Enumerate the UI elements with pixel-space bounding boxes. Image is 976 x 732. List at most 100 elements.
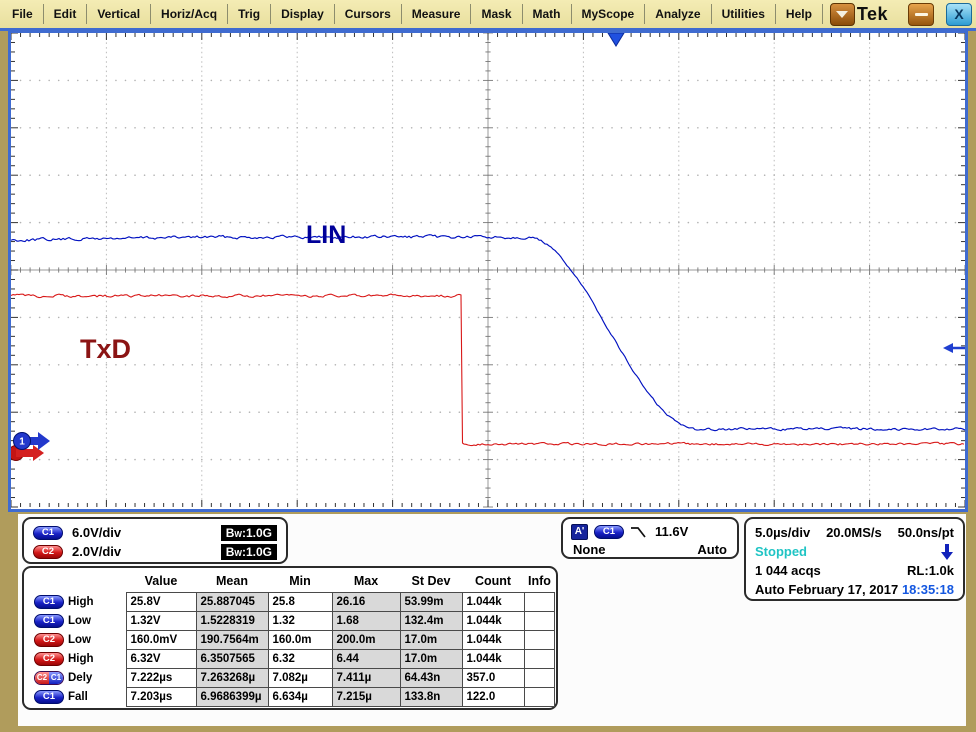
menu-item-mask[interactable]: Mask xyxy=(471,4,522,24)
measurement-min: 160.0m xyxy=(268,630,332,649)
measurement-max: 7.411µ xyxy=(332,668,400,687)
measurement-max: 26.16 xyxy=(332,592,400,611)
trigger-source-badge: C1 xyxy=(594,525,624,539)
column-header-st-dev: St Dev xyxy=(400,571,462,592)
timebase-scale: 5.0µs/div xyxy=(755,525,810,540)
channel-1-scale: 6.0V/div xyxy=(72,525,121,540)
measurement-mean: 190.7564m xyxy=(196,630,268,649)
measurement-source-badge: C2C1 xyxy=(30,668,64,687)
time-label: 18:35:18 xyxy=(902,582,954,597)
measurement-info xyxy=(524,649,554,668)
measurement-value: 160.0mV xyxy=(126,630,196,649)
minimize-button[interactable] xyxy=(908,3,934,26)
measurement-count: 1.044k xyxy=(462,649,524,668)
measurements-panel: ValueMeanMinMaxSt DevCountInfo C1High25.… xyxy=(22,566,558,710)
measurement-min: 25.8 xyxy=(268,592,332,611)
acq-status-row: Stopped xyxy=(755,542,954,561)
measurement-source-badge: C1 xyxy=(30,611,64,630)
menu-item-cursors[interactable]: Cursors xyxy=(335,4,402,24)
measurement-count: 1.044k xyxy=(462,611,524,630)
measurement-info xyxy=(524,668,554,687)
close-icon: X xyxy=(954,7,963,21)
channel-2-row[interactable]: C2 2.0V/div BW:1.0G xyxy=(33,542,277,561)
vertical-settings-panel: C1 6.0V/div BW:1.0G C2 2.0V/div BW:1.0G xyxy=(22,517,288,564)
sample-resolution: 50.0ns/pt xyxy=(898,525,954,540)
falling-edge-icon xyxy=(630,524,649,539)
channel-2-scale: 2.0V/div xyxy=(72,544,121,559)
record-length: RL:1.0k xyxy=(907,563,954,578)
acq-count-row: 1 044 acqs RL:1.0k xyxy=(755,561,954,580)
measurement-max: 200.0m xyxy=(332,630,400,649)
trace-label-txd: TxD xyxy=(80,334,131,364)
datetime-row: Auto February 17, 2017 18:35:18 xyxy=(755,580,954,599)
trigger-panel: A' C1 11.6V None Auto xyxy=(561,517,739,559)
measurement-count: 122.0 xyxy=(462,687,524,706)
menu-item-edit[interactable]: Edit xyxy=(44,4,88,24)
trigger-a-badge: A' xyxy=(571,524,588,540)
measurement-min: 7.082µ xyxy=(268,668,332,687)
measurement-mean: 6.9686399µ xyxy=(196,687,268,706)
menu-item-vertical[interactable]: Vertical xyxy=(87,4,151,24)
menu-item-horiz-acq[interactable]: Horiz/Acq xyxy=(151,4,228,24)
timebase-row: 5.0µs/div 20.0MS/s 50.0ns/pt xyxy=(755,523,954,542)
channel-2-bandwidth: BW:1.0G xyxy=(221,544,277,560)
measurement-source-badge: C2 xyxy=(30,649,64,668)
close-button[interactable]: X xyxy=(946,3,972,26)
measurements-table: ValueMeanMinMaxSt DevCountInfo C1High25.… xyxy=(30,571,555,707)
menu-item-help[interactable]: Help xyxy=(776,4,823,24)
trigger-mode-row: None Auto xyxy=(571,541,729,558)
waveform-display: LINTxD1 xyxy=(8,30,968,512)
measurement-row-high: C2High6.32V6.35075656.326.4417.0m1.044k xyxy=(30,649,554,668)
measurement-value: 1.32V xyxy=(126,611,196,630)
measurement-min: 6.32 xyxy=(268,649,332,668)
measurement-source-badge: C1 xyxy=(30,592,64,611)
measurement-name: Low xyxy=(64,630,126,649)
measurement-st-dev: 133.8n xyxy=(400,687,462,706)
measurement-value: 25.8V xyxy=(126,592,196,611)
menu-item-analyze[interactable]: Analyze xyxy=(645,4,711,24)
down-arrow-icon xyxy=(940,542,954,561)
column-header-count: Count xyxy=(462,571,524,592)
column-header-max: Max xyxy=(332,571,400,592)
channel-1-row[interactable]: C1 6.0V/div BW:1.0G xyxy=(33,523,277,542)
menu-dropdown-button[interactable] xyxy=(830,3,855,26)
measurement-name: High xyxy=(64,649,126,668)
menu-item-math[interactable]: Math xyxy=(523,4,572,24)
dropdown-arrow-icon xyxy=(836,11,848,18)
measurement-value: 6.32V xyxy=(126,649,196,668)
date-label: February 17, 2017 xyxy=(788,582,898,597)
trace-label-lin: LIN xyxy=(306,221,346,249)
measurement-source-badge: C2 xyxy=(30,630,64,649)
menu-item-display[interactable]: Display xyxy=(271,4,335,24)
measurement-source-badge: C1 xyxy=(30,687,64,706)
measurement-st-dev: 132.4m xyxy=(400,611,462,630)
measurement-info xyxy=(524,611,554,630)
measurement-mean: 25.887045 xyxy=(196,592,268,611)
measurement-st-dev: 53.99m xyxy=(400,592,462,611)
trigger-level: 11.6V xyxy=(655,524,688,539)
menu-item-file[interactable]: File xyxy=(2,4,44,24)
measurement-info xyxy=(524,687,554,706)
menu-item-myscope[interactable]: MyScope xyxy=(572,4,646,24)
menu-item-trig[interactable]: Trig xyxy=(228,4,271,24)
minimize-icon xyxy=(915,13,928,16)
sample-rate: 20.0MS/s xyxy=(826,525,882,540)
measurement-row-dely: C2C1Dely7.222µs7.263268µ7.082µ7.411µ64.4… xyxy=(30,668,554,687)
graticule: LINTxD1 xyxy=(8,30,968,512)
measurements-header-row: ValueMeanMinMaxSt DevCountInfo xyxy=(30,571,554,592)
column-header-value: Value xyxy=(126,571,196,592)
measurement-mean: 1.5228319 xyxy=(196,611,268,630)
measurement-max: 6.44 xyxy=(332,649,400,668)
menu-item-measure[interactable]: Measure xyxy=(402,4,472,24)
measurement-count: 1.044k xyxy=(462,592,524,611)
measurement-row-low: C2Low160.0mV190.7564m160.0m200.0m17.0m1.… xyxy=(30,630,554,649)
column-header-info: Info xyxy=(524,571,554,592)
tek-logo: Tek xyxy=(857,4,888,25)
trigger-run-mode: Auto xyxy=(755,582,785,597)
trigger-settings-row[interactable]: A' C1 11.6V xyxy=(571,522,729,541)
measurement-row-high: C1High25.8V25.88704525.826.1653.99m1.044… xyxy=(30,592,554,611)
menu-item-utilities[interactable]: Utilities xyxy=(712,4,776,24)
horizontal-panel: 5.0µs/div 20.0MS/s 50.0ns/pt Stopped 1 0… xyxy=(744,517,965,601)
measurement-name: Dely xyxy=(64,668,126,687)
menu-items: FileEditVerticalHoriz/AcqTrigDisplayCurs… xyxy=(2,0,823,28)
